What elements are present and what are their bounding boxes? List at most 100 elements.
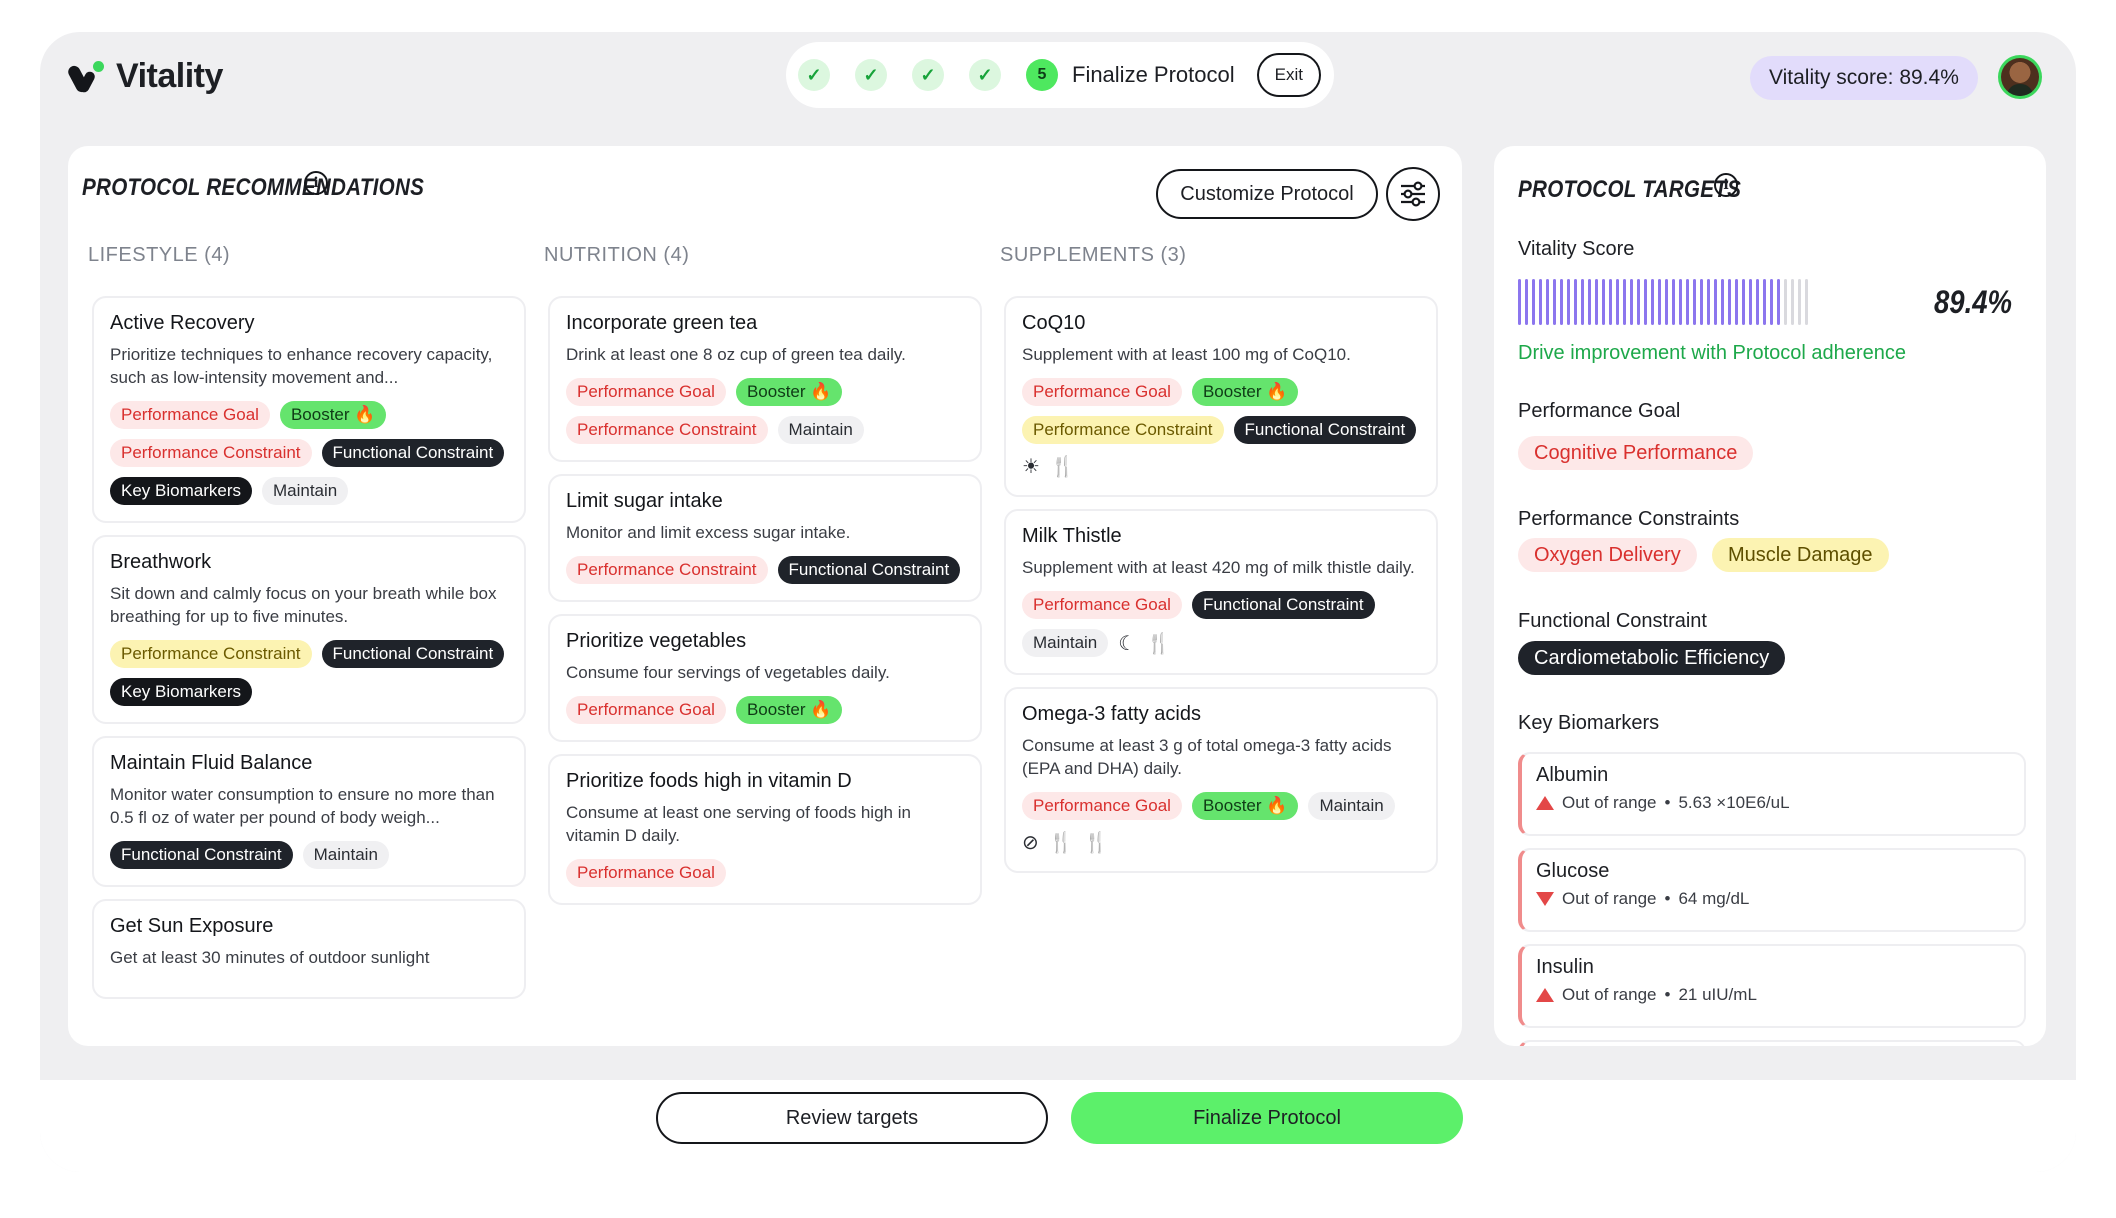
card-description: Get at least 30 minutes of outdoor sunli… [110, 948, 430, 967]
tag-constraint-red: Performance Constraint [566, 556, 768, 584]
info-icon[interactable]: i [1714, 173, 1738, 197]
card-description: Prioritize techniques to enhance recover… [110, 345, 493, 387]
tag-functional: Functional Constraint [321, 640, 505, 668]
tag-list: Performance Goal Booster 🔥 Performance Con… [1022, 378, 1420, 479]
biomarker-status: Out of range [1562, 985, 1657, 1004]
performance-constraints-label: Performance Constraints [1518, 508, 1740, 530]
tag-list: Performance Constraint Functional Constra… [566, 556, 964, 584]
step-complete-check-icon[interactable]: ✓ [912, 59, 944, 91]
tag-functional: Functional Constraint [1233, 416, 1417, 444]
score-bar-segment [1672, 279, 1675, 325]
logo-icon [66, 59, 104, 95]
biomarker-value: 21 uIU/mL [1678, 985, 1757, 1004]
recommendation-card[interactable]: Prioritize vegetables Consume four servin… [548, 614, 982, 742]
score-bar-segment [1742, 279, 1745, 325]
avatar[interactable] [1998, 55, 2042, 99]
step-complete-check-icon[interactable]: ✓ [969, 59, 1001, 91]
score-bar-segment [1553, 279, 1556, 325]
constraint-chip: Muscle Damage [1712, 538, 1889, 572]
score-bar-segment [1721, 279, 1724, 325]
tag-goal: Performance Goal [110, 401, 270, 429]
score-bar-segment [1574, 279, 1577, 325]
score-bar-segment [1700, 279, 1703, 325]
score-bar-segment [1602, 279, 1605, 325]
score-bar-segment [1665, 279, 1668, 325]
review-targets-button[interactable]: Review targets [656, 1092, 1048, 1144]
tag-goal: Performance Goal [566, 696, 726, 724]
recommendation-card[interactable]: Get Sun Exposure Get at least 30 minutes … [92, 899, 526, 999]
card-title: Prioritize foods high in vitamin D [566, 770, 852, 792]
score-bar-segment [1644, 279, 1647, 325]
card-description: Consume at least 3 g of total omega-3 fa… [1022, 736, 1392, 778]
card-description: Drink at least one 8 oz cup of green tea… [566, 345, 906, 364]
supplements-heading: SUPPLEMENTS (3) [1000, 244, 1187, 266]
step-complete-check-icon[interactable]: ✓ [855, 59, 887, 91]
card-title: Breathwork [110, 551, 212, 573]
recommendation-card[interactable]: Active Recovery Prioritize techniques to … [92, 296, 526, 523]
functional-chip: Cardiometabolic Efficiency [1518, 641, 1786, 675]
recommendation-card[interactable]: Omega-3 fatty acids Consume at least 3 g … [1004, 687, 1438, 873]
nutrition-heading: NUTRITION (4) [544, 244, 690, 266]
tag-list: Performance Goal Booster 🔥 Performance Con… [110, 401, 508, 505]
recommendations-panel: PROTOCOL RECOMMENDATIONS i Customize Pro… [68, 146, 1462, 1046]
biomarker-status: Out of range [1562, 889, 1657, 908]
score-bar-segment [1791, 279, 1794, 325]
biomarker-card[interactable]: Glucose Out of range • 64 mg/dL [1518, 848, 2026, 932]
recommendation-card[interactable]: Limit sugar intake Monitor and limit exce… [548, 474, 982, 602]
arrow-up-icon [1536, 988, 1554, 1002]
tag-constraint-red: Performance Constraint [566, 416, 768, 444]
recommendation-card[interactable]: Breathwork Sit down and calmly focus on y… [92, 535, 526, 724]
recommendation-card[interactable]: Milk Thistle Supplement with at least 420… [1004, 509, 1438, 675]
tag-goal: Performance Goal [1022, 591, 1182, 619]
score-bar-segment [1714, 279, 1717, 325]
score-bar-segment [1567, 279, 1570, 325]
vitality-score-value: 89.4% [1934, 284, 2013, 320]
tag-booster: Booster 🔥 [279, 401, 387, 429]
score-bar-segment [1588, 279, 1591, 325]
tag-booster: Booster 🔥 [735, 696, 843, 724]
score-bar-segment [1798, 279, 1801, 325]
tag-functional: Functional Constraint [110, 841, 293, 869]
vitality-score-label: Vitality Score [1518, 238, 1635, 260]
arrow-down-icon [1536, 892, 1554, 906]
score-bar-segment [1658, 279, 1661, 325]
filter-settings-button[interactable] [1386, 167, 1440, 221]
biomarker-card-partial[interactable] [1518, 1040, 2026, 1046]
info-icon[interactable]: i [304, 171, 328, 195]
recommendation-card[interactable]: Prioritize foods high in vitamin D Consum… [548, 754, 982, 905]
customize-protocol-button[interactable]: Customize Protocol [1156, 169, 1378, 219]
brand-logo[interactable]: Vitality [66, 57, 223, 96]
score-bar-segment [1623, 279, 1626, 325]
recommendation-card[interactable]: Incorporate green tea Drink at least one … [548, 296, 982, 462]
card-description: Consume at least one serving of foods hi… [566, 803, 911, 845]
footer-bar: Review targets Finalize Protocol [40, 1080, 2076, 1172]
biomarker-card[interactable]: Albumin Out of range • 5.63 ×10E6/uL [1518, 752, 2026, 836]
sliders-icon [1401, 181, 1425, 207]
recommendation-card[interactable]: CoQ10 Supplement with at least 100 mg of … [1004, 296, 1438, 497]
card-title: Omega-3 fatty acids [1022, 703, 1201, 725]
score-bar-segment [1539, 279, 1542, 325]
drive-improvement-link[interactable]: Drive improvement with Protocol adherenc… [1518, 342, 1906, 365]
score-bar-segment [1735, 279, 1738, 325]
score-bar-segment [1637, 279, 1640, 325]
vitality-score-badge: Vitality score: 89.4% [1750, 56, 1978, 100]
tag-list: Performance Goal [566, 859, 964, 887]
tag-goal: Performance Goal [566, 859, 726, 887]
score-bar-segment [1805, 279, 1808, 325]
score-bar-segment [1763, 279, 1766, 325]
biomarker-name: Albumin [1536, 764, 1609, 786]
biomarker-status: Out of range [1562, 793, 1657, 812]
tag-maintain: Maintain [261, 477, 349, 505]
card-description: Monitor and limit excess sugar intake. [566, 523, 851, 542]
recommendations-title: PROTOCOL RECOMMENDATIONS [82, 174, 425, 201]
step-complete-check-icon[interactable]: ✓ [798, 59, 830, 91]
recommendation-card[interactable]: Maintain Fluid Balance Monitor water cons… [92, 736, 526, 887]
finalize-protocol-button[interactable]: Finalize Protocol [1071, 1092, 1463, 1144]
tag-booster: Booster 🔥 [735, 378, 843, 406]
functional-constraint-label: Functional Constraint [1518, 610, 1707, 632]
score-bar-segment [1630, 279, 1633, 325]
card-title: Incorporate green tea [566, 312, 758, 334]
biomarker-card[interactable]: Insulin Out of range • 21 uIU/mL [1518, 944, 2026, 1028]
performance-goal-label: Performance Goal [1518, 400, 1681, 422]
exit-button[interactable]: Exit [1256, 53, 1321, 97]
